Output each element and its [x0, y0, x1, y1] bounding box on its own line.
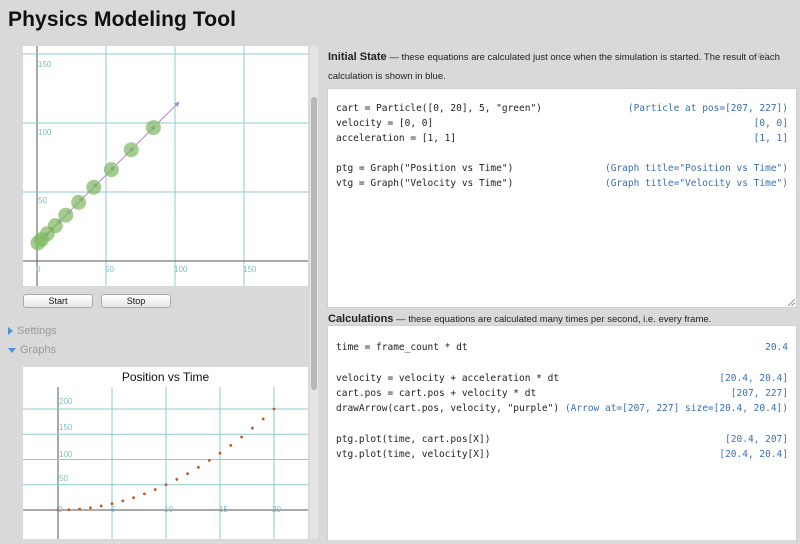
- cart-particle: [123, 142, 139, 158]
- code-line: vtg.plot(time, velocity[X]) [20.4, 20.4]: [336, 449, 788, 460]
- calculations-description: these equations are calculated many time…: [408, 314, 712, 325]
- left-panel-scrollbar-thumb[interactable]: [311, 97, 317, 390]
- simulation-svg: 0 50 100 150 50 100 150: [23, 46, 308, 286]
- data-point: [67, 508, 71, 512]
- code-line: ptg.plot(time, cart.pos[X]) [20.4, 207]: [336, 434, 788, 445]
- code-line: time = frame_count * dt 20.4: [336, 342, 788, 353]
- canvas-y-tick-50: 50: [38, 196, 47, 205]
- canvas-x-tick-100: 100: [174, 265, 188, 274]
- graphs-section-toggle[interactable]: Graphs: [8, 344, 56, 356]
- graphs-label: Graphs: [20, 344, 57, 356]
- position-vs-time-graph: Position vs Time 0 5 10 15 20 50 100 150…: [23, 367, 308, 539]
- data-point: [229, 443, 233, 447]
- plot-svg: 0 5 10 15 20 50 100 150 200: [23, 387, 308, 539]
- collapse-triangle-icon: [8, 347, 16, 353]
- graph-title: Position vs Time: [121, 370, 210, 384]
- code-line: drawArrow(cart.pos, velocity, "purple")(…: [336, 403, 788, 414]
- app-title: Physics Modeling Tool: [8, 8, 237, 31]
- start-button[interactable]: Start: [23, 294, 93, 308]
- data-point: [132, 496, 135, 500]
- velocity-arrow: [158, 101, 180, 123]
- expand-triangle-icon: [8, 327, 13, 335]
- data-point: [164, 483, 168, 487]
- code-line: ptg = Graph("Position vs Time") (Graph ti…: [336, 163, 788, 174]
- data-point: [89, 506, 92, 510]
- canvas-y-tick-150: 150: [38, 60, 52, 69]
- code-line: cart = Particle([0, 20], 5, "green") (Par…: [336, 103, 788, 114]
- initial-state-header: Initial State — these equations are calc…: [328, 51, 780, 82]
- resize-grip-icon[interactable]: [788, 299, 795, 306]
- code-line: vtg = Graph("Velocity vs Time") (Graph ti…: [336, 178, 788, 189]
- data-point: [207, 459, 211, 462]
- simulation-canvas[interactable]: 0 50 100 150 50 100 150: [23, 46, 308, 286]
- data-point: [175, 478, 179, 481]
- data-point: [153, 488, 157, 491]
- initial-state-editor[interactable]: cart = Particle([0, 20], 5, "green") (Par…: [327, 88, 797, 308]
- calculations-editor[interactable]: time = frame_count * dt 20.4 velocity = v…: [327, 325, 797, 540]
- plot-x-tick-5: 5: [111, 505, 116, 514]
- cart-particle: [145, 120, 161, 136]
- cart-particle: [103, 162, 119, 178]
- plot-x-tick-0: 0: [58, 505, 63, 514]
- cart-particle: [71, 194, 87, 210]
- plot-x-tick-15: 15: [219, 505, 228, 514]
- data-point: [121, 499, 125, 503]
- plot-y-tick-50: 50: [59, 474, 68, 483]
- canvas-x-tick-50: 50: [105, 265, 114, 274]
- data-point: [186, 472, 190, 476]
- canvas-y-tick-100: 100: [38, 128, 52, 137]
- data-point: [78, 507, 81, 511]
- canvas-x-tick-150: 150: [243, 265, 257, 274]
- code-line: acceleration = [1, 1] [1, 1]: [336, 133, 788, 144]
- cart-particle: [86, 179, 102, 195]
- data-point: [143, 492, 146, 496]
- calculations-title: Calculations: [328, 313, 394, 325]
- stop-button[interactable]: Stop: [101, 294, 171, 308]
- plot-y-tick-200: 200: [59, 397, 73, 406]
- plot-y-tick-150: 150: [59, 423, 73, 432]
- data-point: [240, 435, 244, 439]
- data-point: [218, 451, 222, 455]
- data-point: [99, 504, 103, 508]
- data-point: [251, 426, 254, 430]
- data-point: [272, 407, 276, 411]
- data-point: [261, 417, 265, 421]
- settings-section-toggle[interactable]: Settings: [8, 325, 57, 337]
- canvas-x-tick-0: 0: [36, 265, 41, 274]
- code-line: velocity = [0, 0] [0, 0]: [336, 118, 788, 129]
- code-line: velocity = velocity + acceleration * dt[…: [336, 373, 788, 384]
- code-line: cart.pos = cart.pos + velocity * dt [207,…: [336, 388, 788, 399]
- data-point: [197, 465, 200, 469]
- cart-particle: [58, 207, 74, 223]
- version-label: 0.1: [758, 53, 768, 60]
- plot-x-tick-20: 20: [272, 505, 281, 514]
- settings-label: Settings: [17, 325, 57, 337]
- plot-y-tick-100: 100: [59, 450, 73, 459]
- plot-x-tick-10: 10: [164, 505, 173, 514]
- initial-state-title: Initial State: [328, 51, 387, 63]
